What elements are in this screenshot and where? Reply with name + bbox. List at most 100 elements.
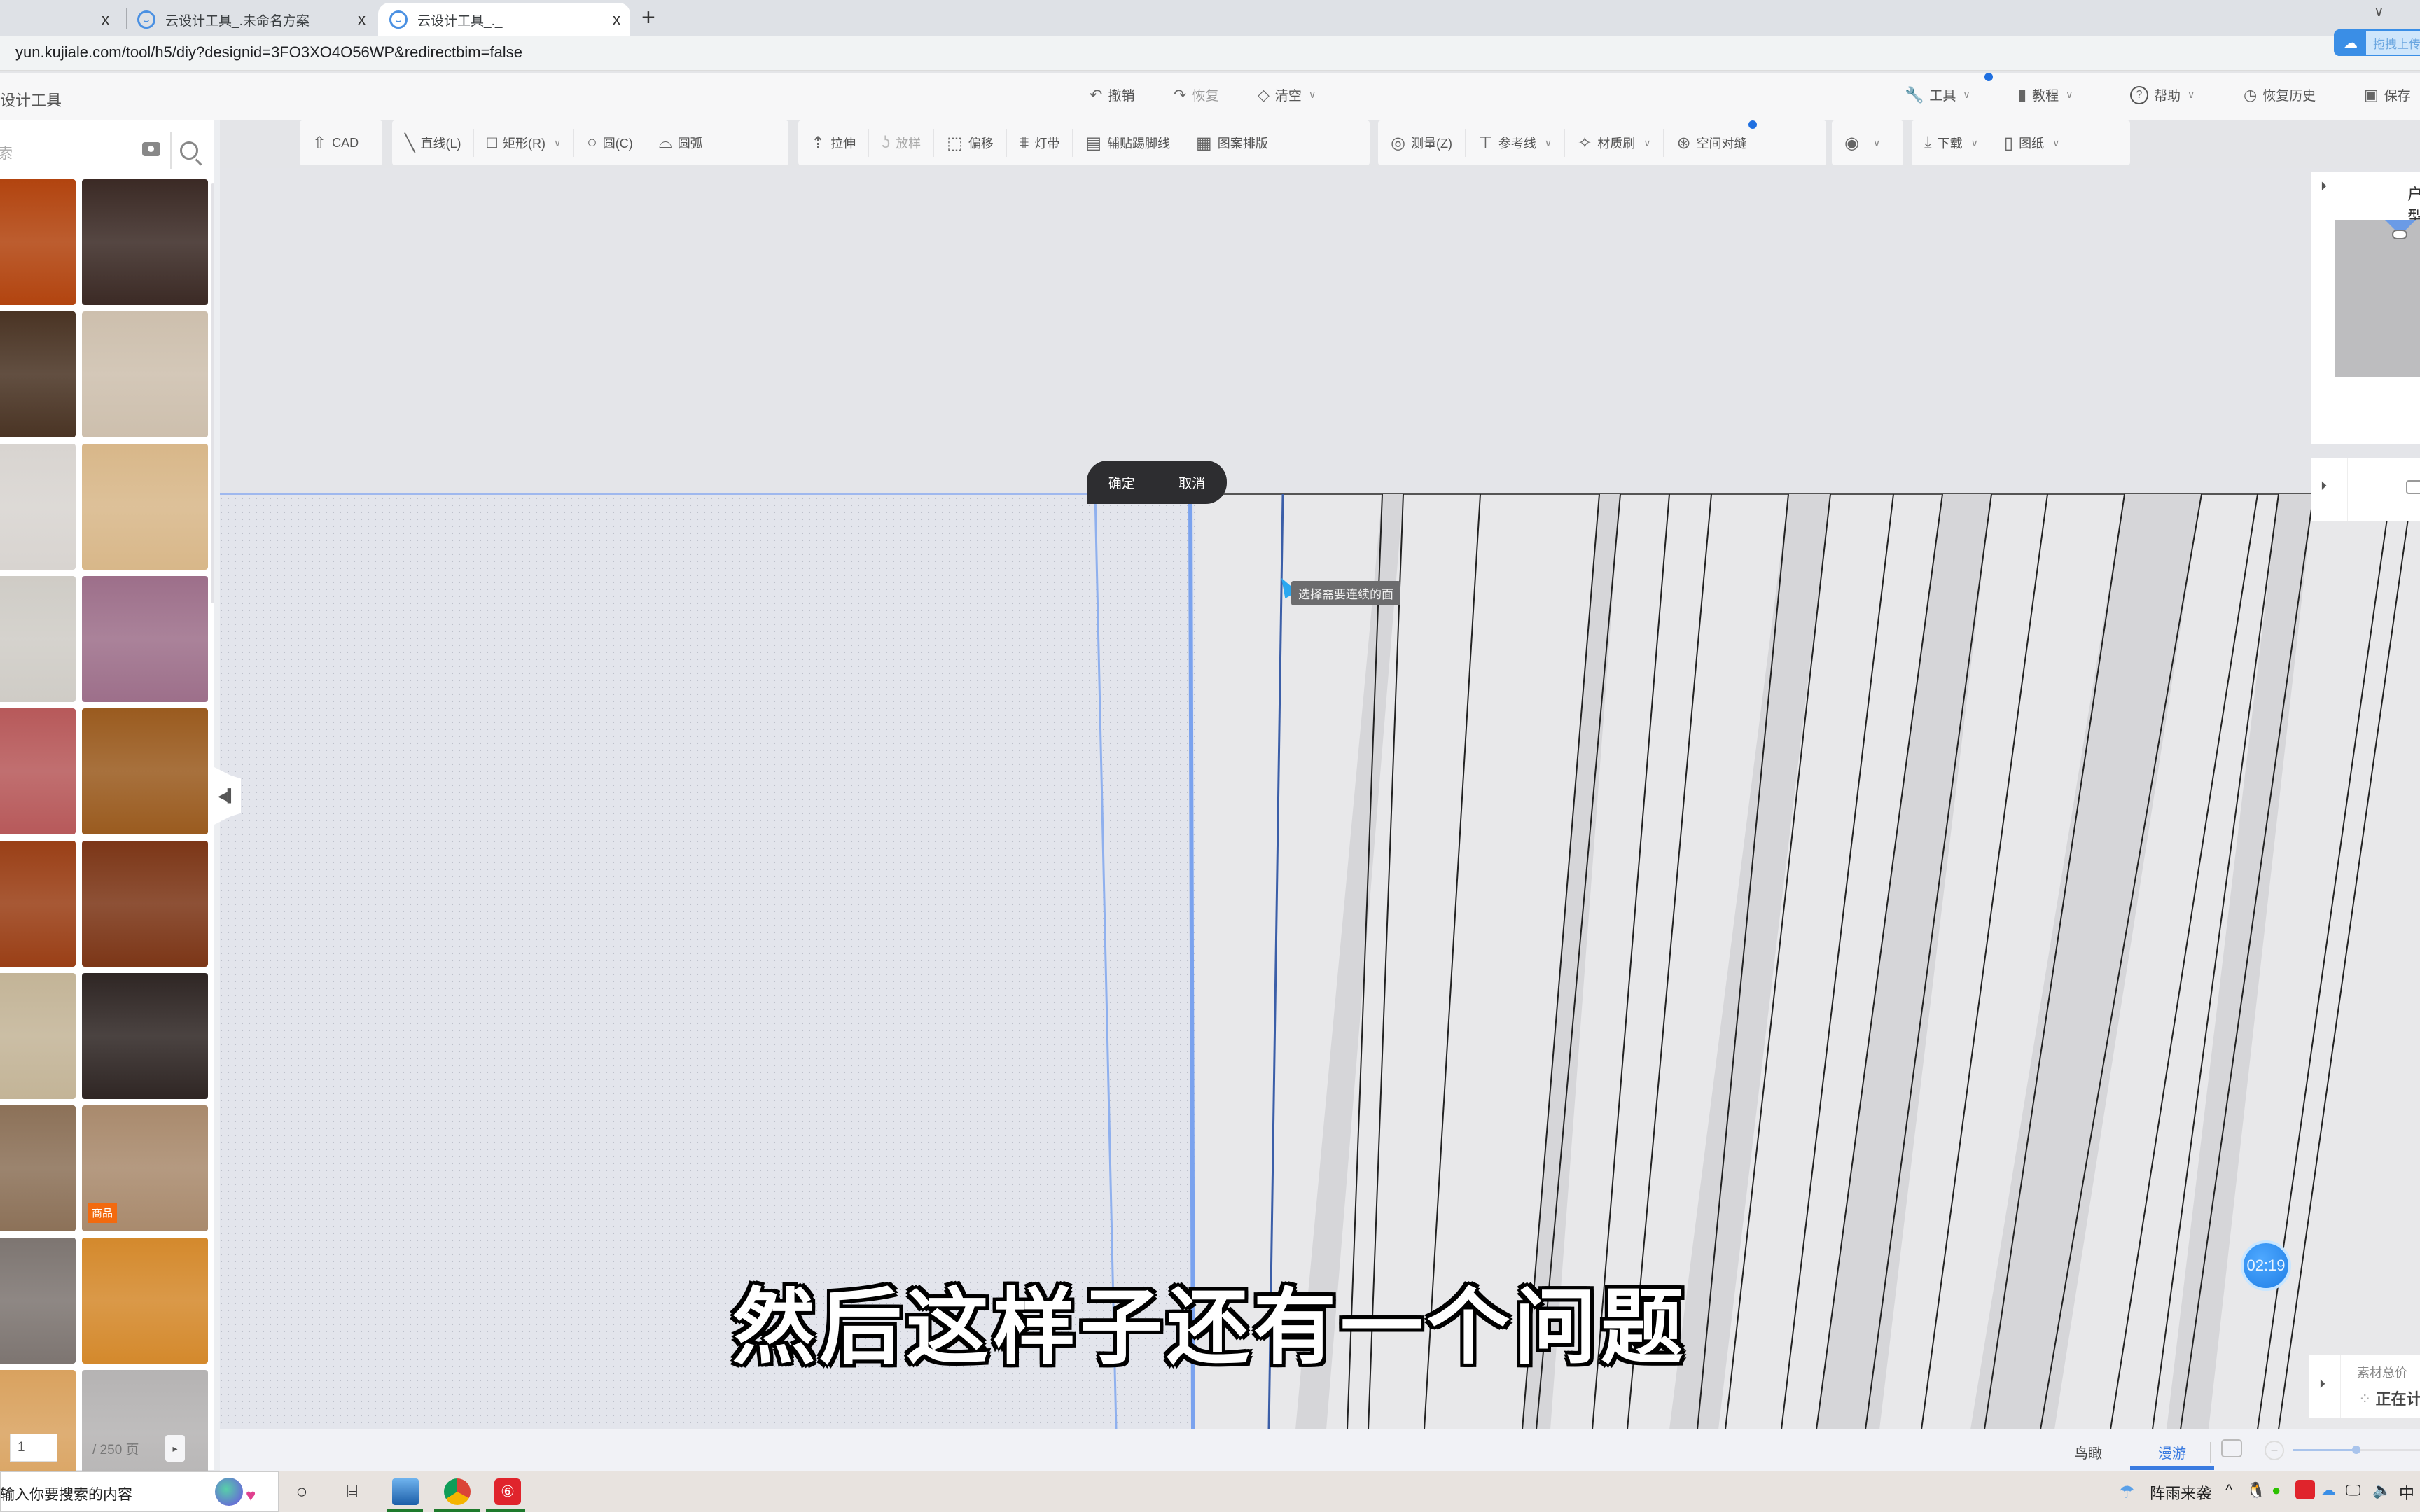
tool-label: 空间对缝 bbox=[1696, 136, 1747, 150]
tool-light-strip-button[interactable]: ⩨ 灯带 bbox=[1006, 129, 1073, 157]
tool-offset-button[interactable]: ⬚ 偏移 bbox=[933, 129, 1006, 157]
address-bar[interactable]: yun.kujiale.com/tool/h5/diy?designid=3FO… bbox=[0, 36, 2420, 71]
save-icon: ▣ bbox=[2364, 85, 2379, 104]
material-tile[interactable]: 商品 bbox=[82, 1105, 208, 1231]
tool-rectangle-button[interactable]: □ 矩形(R) ∨ bbox=[473, 129, 573, 157]
tool-material-brush-button[interactable]: ✧ 材质刷 ∨ bbox=[1564, 129, 1663, 157]
search-button[interactable] bbox=[171, 132, 207, 169]
weather-umbrella-icon: ☂ bbox=[2119, 1481, 2136, 1502]
view-tab-roam[interactable]: 漫游 bbox=[2158, 1442, 2186, 1462]
cortana-icon[interactable]: ○ bbox=[288, 1478, 315, 1505]
tool-measure-button[interactable]: ◎ 测量(Z) bbox=[1378, 129, 1465, 157]
netease-music-icon[interactable]: ⑥ bbox=[494, 1478, 521, 1505]
material-tile[interactable] bbox=[0, 1105, 76, 1231]
tool-download-button[interactable]: ⤓ 下载 ∨ bbox=[1912, 129, 1991, 157]
tool-space-align-button[interactable]: ⊛ 空间对缝 bbox=[1663, 120, 1759, 157]
material-tile[interactable] bbox=[82, 841, 208, 967]
task-view-icon[interactable]: ⌸ bbox=[339, 1478, 366, 1505]
tool-arc-button[interactable]: ⌓ 圆弧 bbox=[645, 129, 716, 157]
material-search-input[interactable]: 在当前类目下搜索 bbox=[0, 132, 171, 169]
help-menu-button[interactable]: ? 帮助 ∨ bbox=[2130, 85, 2195, 104]
offset-icon: ⬚ bbox=[947, 133, 963, 153]
browser-tab[interactable]: 云设计工具_.未命名方案 x bbox=[137, 3, 375, 36]
material-tile[interactable] bbox=[82, 312, 208, 438]
camera-search-icon[interactable] bbox=[142, 142, 160, 156]
tray-expand-icon[interactable]: ^ bbox=[2225, 1481, 2232, 1499]
browser-tab[interactable]: x bbox=[0, 3, 119, 36]
cloud-upload-widget[interactable]: ☁ 拖拽上传 bbox=[2334, 29, 2420, 56]
clear-button[interactable]: ◇ 清空 ∨ bbox=[1258, 85, 1316, 104]
zoom-slider-knob[interactable] bbox=[2352, 1446, 2360, 1454]
tab-close-icon[interactable]: x bbox=[102, 10, 109, 29]
pagination: 1 / 250 页 ▸ bbox=[0, 1415, 214, 1470]
tool-line-button[interactable]: ╲ 直线(L) bbox=[392, 129, 473, 157]
material-tile[interactable] bbox=[82, 576, 208, 702]
baidu-cloud-tray-icon[interactable]: ☁ bbox=[2321, 1481, 2336, 1499]
redo-button[interactable]: ↷ 恢复 bbox=[1174, 85, 1218, 104]
toolbar-group: ⇡ 拉伸 ʖ 放样 ⬚ 偏移 ⩨ 灯带 ▤ 辅贴踢脚线 ▦ 图案排版 bbox=[798, 120, 1370, 165]
save-button[interactable]: ▣ 保存 bbox=[2364, 85, 2411, 104]
restore-history-button[interactable]: ◷ 恢复历史 bbox=[2244, 85, 2316, 104]
search-placeholder: 在当前类目下搜索 bbox=[0, 146, 13, 162]
tool-loft-button[interactable]: ʖ 放样 bbox=[868, 129, 933, 157]
material-tile[interactable] bbox=[0, 179, 76, 305]
qq-icon[interactable]: 🐧 bbox=[2246, 1481, 2265, 1499]
view-tab-birdseye[interactable]: 鸟瞰 bbox=[2074, 1442, 2102, 1462]
expand-panel-icon[interactable]: ⏵ bbox=[2321, 479, 2327, 493]
taskbar-search-input[interactable]: 请输入你要搜索的内容 ♥ bbox=[0, 1471, 279, 1512]
toolbar-group: ◉ ∨ bbox=[1832, 120, 1903, 165]
url-text[interactable]: yun.kujiale.com/tool/h5/diy?designid=3FO… bbox=[15, 43, 522, 62]
material-tile[interactable] bbox=[82, 444, 208, 570]
material-tile[interactable] bbox=[0, 576, 76, 702]
material-tile[interactable] bbox=[0, 312, 76, 438]
material-tile[interactable] bbox=[0, 841, 76, 967]
new-tab-button[interactable]: + bbox=[641, 4, 655, 31]
material-brush-icon: ✧ bbox=[1578, 133, 1592, 153]
tool-upload-button[interactable]: ⇧ CAD bbox=[300, 129, 371, 157]
volume-icon[interactable]: 🔈 bbox=[2372, 1481, 2391, 1499]
page-input[interactable]: 1 bbox=[10, 1434, 57, 1462]
zoom-out-icon[interactable]: − bbox=[2265, 1441, 2284, 1460]
tool-circle-button[interactable]: ○ 圆(C) bbox=[573, 129, 646, 157]
network-icon[interactable]: 🖵 bbox=[2346, 1481, 2360, 1499]
undo-button[interactable]: ↶ 撤销 bbox=[1090, 85, 1134, 104]
tab-search-dropdown[interactable]: ∨ bbox=[2374, 3, 2384, 20]
netease-tray-icon[interactable] bbox=[2295, 1480, 2315, 1499]
confirm-button[interactable]: 确定 bbox=[1087, 473, 1157, 492]
ime-indicator[interactable]: 中 bbox=[2399, 1481, 2414, 1504]
tools-menu-button[interactable]: 🔧 工具 ∨ bbox=[1905, 85, 1970, 104]
tab-title: 云设计工具_._ bbox=[417, 13, 503, 29]
zoom-slider[interactable] bbox=[2293, 1446, 2420, 1454]
guide-line-icon: ⊤ bbox=[1477, 133, 1493, 153]
next-page-button[interactable]: ▸ bbox=[165, 1435, 185, 1462]
material-tile[interactable] bbox=[82, 708, 208, 834]
material-tile[interactable] bbox=[0, 708, 76, 834]
chrome-app-icon[interactable] bbox=[444, 1478, 471, 1505]
tool-guide-line-button[interactable]: ⊤ 参考线 ∨ bbox=[1464, 129, 1564, 157]
material-tile[interactable] bbox=[0, 444, 76, 570]
material-tile[interactable] bbox=[0, 973, 76, 1099]
photos-app-icon[interactable] bbox=[392, 1478, 419, 1505]
material-tile[interactable] bbox=[82, 973, 208, 1099]
design-canvas[interactable] bbox=[220, 168, 2420, 1429]
tool-label: 拉伸 bbox=[830, 136, 856, 150]
tool-extrude-button[interactable]: ⇡ 拉伸 bbox=[798, 129, 868, 157]
tool-pattern-button[interactable]: ▦ 图案排版 bbox=[1183, 129, 1281, 157]
weather-text[interactable]: 阵雨来袭 bbox=[2150, 1481, 2211, 1504]
material-tile[interactable] bbox=[82, 179, 208, 305]
tool-skirting-button[interactable]: ▤ 辅贴踢脚线 bbox=[1072, 129, 1183, 157]
measure-icon: ◎ bbox=[1391, 133, 1405, 153]
camera-icon[interactable] bbox=[2406, 480, 2420, 494]
floorplan-minimap[interactable] bbox=[2335, 220, 2420, 377]
wechat-icon[interactable]: ● bbox=[2272, 1481, 2281, 1499]
tab-close-icon[interactable]: x bbox=[358, 10, 366, 29]
tool-eye-button[interactable]: ◉ ∨ bbox=[1832, 129, 1893, 157]
tool-blueprint-button[interactable]: ▯ 图纸 ∨ bbox=[1990, 129, 2072, 157]
expand-panel-icon[interactable]: ⏵ bbox=[2321, 179, 2327, 194]
browser-tab-active[interactable]: 云设计工具_._ x bbox=[378, 3, 630, 36]
tab-close-icon[interactable]: x bbox=[613, 10, 620, 29]
cancel-button[interactable]: 取消 bbox=[1157, 473, 1228, 492]
divider bbox=[2210, 1442, 2211, 1463]
camera-settings-icon[interactable] bbox=[2221, 1439, 2242, 1457]
tutorial-menu-button[interactable]: ▮ 教程 ∨ bbox=[2018, 85, 2073, 104]
